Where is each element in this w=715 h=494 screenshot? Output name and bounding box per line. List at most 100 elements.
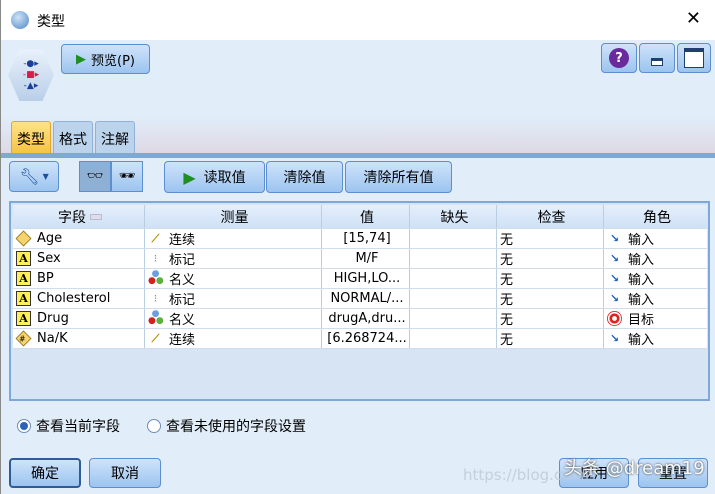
field-name: Na/K	[37, 331, 68, 346]
field-cell[interactable]: A Sex	[13, 249, 145, 268]
table-row[interactable]: Age ⟋ 连续 [15,74] 无 ↘ 输入	[13, 229, 707, 249]
tab-bar: 类型 格式 注解	[1, 117, 715, 153]
measure-value: 名义	[169, 313, 196, 328]
check-cell[interactable]: 无	[497, 229, 604, 248]
field-cell[interactable]: A Cholesterol	[13, 289, 145, 308]
preview-label: 预览(P)	[91, 53, 135, 69]
measure-cell[interactable]: ⁝ 标记	[145, 249, 322, 268]
role-value: 输入	[628, 253, 655, 268]
header-check[interactable]: 检查	[497, 205, 604, 228]
type-node-icon: -●▸ -■▸ -▲▸	[8, 49, 54, 101]
role-cell[interactable]: ↘ 输入	[604, 229, 707, 248]
header-field-label: 字段	[58, 209, 86, 226]
role-value: 输入	[628, 333, 655, 348]
table-row[interactable]: A Cholesterol ⁝ 标记 NORMAL/... 无 ↘ 输入	[13, 289, 707, 309]
maximize-icon	[684, 48, 704, 68]
ok-button[interactable]: 确定	[9, 458, 81, 488]
value-cell[interactable]: HIGH,LO...	[322, 269, 410, 288]
minimize-button[interactable]	[639, 43, 675, 73]
radio-view-unused-settings[interactable]: 查看未使用的字段设置	[147, 416, 306, 436]
preview-button[interactable]: ▶ 预览(P)	[61, 44, 150, 74]
string-field-icon: A	[16, 311, 31, 326]
radio-view-current-fields[interactable]: 查看当前字段	[17, 416, 120, 436]
field-cell[interactable]: A Drug	[13, 309, 145, 328]
view-toggle-2[interactable]: 🕶︎	[111, 161, 143, 192]
maximize-button[interactable]	[677, 43, 711, 73]
header-missing[interactable]: 缺失	[410, 205, 497, 228]
check-cell[interactable]: 无	[497, 289, 604, 308]
radio-label: 查看当前字段	[36, 419, 120, 435]
table-row[interactable]: A Sex ⁝ 标记 M/F 无 ↘ 输入	[13, 249, 707, 269]
field-cell[interactable]: # Na/K	[13, 329, 145, 348]
measure-cell[interactable]: ⟋ 连续	[145, 229, 322, 248]
string-field-icon: A	[16, 291, 31, 306]
cancel-button[interactable]: 取消	[89, 458, 161, 488]
field-cell[interactable]: A BP	[13, 269, 145, 288]
sunglasses-icon: 🕶︎	[118, 169, 136, 184]
role-cell[interactable]: 目标	[604, 309, 707, 328]
missing-cell[interactable]	[410, 269, 497, 288]
role-cell[interactable]: ↘ 输入	[604, 249, 707, 268]
missing-cell[interactable]	[410, 309, 497, 328]
play-icon: ▶	[183, 167, 196, 187]
role-value: 输入	[628, 233, 655, 248]
table-row[interactable]: A Drug ● ●● 名义 drugA,dru... 无 目标	[13, 309, 707, 329]
window-title: 类型	[37, 14, 65, 30]
tools-dropdown[interactable]: 🔧︎ ▼	[9, 161, 59, 192]
field-cell[interactable]: Age	[13, 229, 145, 248]
tab-format[interactable]: 格式	[53, 121, 93, 153]
check-cell[interactable]: 无	[497, 249, 604, 268]
measure-cell[interactable]: ● ●● 名义	[145, 269, 322, 288]
table-row[interactable]: # Na/K ⟋ 连续 [6.268724... 无 ↘ 输入	[13, 329, 707, 349]
header-field[interactable]: 字段	[13, 205, 145, 228]
clear-values-button[interactable]: 清除值	[266, 161, 343, 193]
value-cell[interactable]: NORMAL/...	[322, 289, 410, 308]
value-cell[interactable]: drugA,dru...	[322, 309, 410, 328]
help-icon: ?	[609, 48, 629, 68]
measure-value: 名义	[169, 273, 196, 288]
role-cell[interactable]: ↘ 输入	[604, 289, 707, 308]
measure-cell[interactable]: ⟋ 连续	[145, 329, 322, 348]
nominal-icon: ● ●●	[148, 269, 164, 286]
measure-cell[interactable]: ● ●● 名义	[145, 309, 322, 328]
minimize-icon	[651, 58, 663, 66]
fields-table: 字段 测量 值 缺失 检查 角色 Age ⟋ 连续 [15,74] 无 ↘ 输入 A S…	[9, 201, 710, 401]
header-value[interactable]: 值	[322, 205, 410, 228]
header-measure[interactable]: 测量	[145, 205, 322, 228]
ruler-icon: ⟋	[151, 332, 160, 345]
table-row[interactable]: A BP ● ●● 名义 HIGH,LO... 无 ↘ 输入	[13, 269, 707, 289]
read-values-button[interactable]: ▶ 读取值	[164, 161, 265, 193]
flag-icon: ⁝	[153, 292, 158, 305]
missing-cell[interactable]	[410, 249, 497, 268]
role-cell[interactable]: ↘ 输入	[604, 329, 707, 348]
wrench-icon: 🔧︎	[19, 167, 40, 186]
missing-cell[interactable]	[410, 289, 497, 308]
value-cell[interactable]: M/F	[322, 249, 410, 268]
header-role[interactable]: 角色	[604, 205, 707, 228]
missing-cell[interactable]	[410, 229, 497, 248]
value-cell[interactable]: [15,74]	[322, 229, 410, 248]
measure-cell[interactable]: ⁝ 标记	[145, 289, 322, 308]
check-cell[interactable]: 无	[497, 329, 604, 348]
measure-value: 连续	[169, 333, 196, 348]
role-cell[interactable]: ↘ 输入	[604, 269, 707, 288]
input-arrow-icon: ↘	[609, 272, 620, 285]
check-cell[interactable]: 无	[497, 309, 604, 328]
check-cell[interactable]: 无	[497, 269, 604, 288]
clear-all-values-button[interactable]: 清除所有值	[345, 161, 452, 193]
value-cell[interactable]: [6.268724...	[322, 329, 410, 348]
view-toggle-1[interactable]: 👓︎	[79, 161, 111, 192]
help-button[interactable]: ?	[601, 43, 637, 73]
tab-annotation[interactable]: 注解	[95, 121, 135, 153]
continuous-field-icon	[15, 230, 32, 247]
sort-icon	[90, 213, 102, 220]
tab-type[interactable]: 类型	[11, 121, 51, 153]
read-values-label: 读取值	[203, 170, 246, 186]
input-arrow-icon: ↘	[609, 332, 620, 345]
field-name: BP	[37, 271, 54, 286]
close-button[interactable]: ✕	[686, 8, 701, 29]
missing-cell[interactable]	[410, 329, 497, 348]
tab-divider	[1, 153, 715, 158]
field-name: Age	[37, 231, 63, 246]
numeric-field-icon: #	[15, 330, 32, 347]
